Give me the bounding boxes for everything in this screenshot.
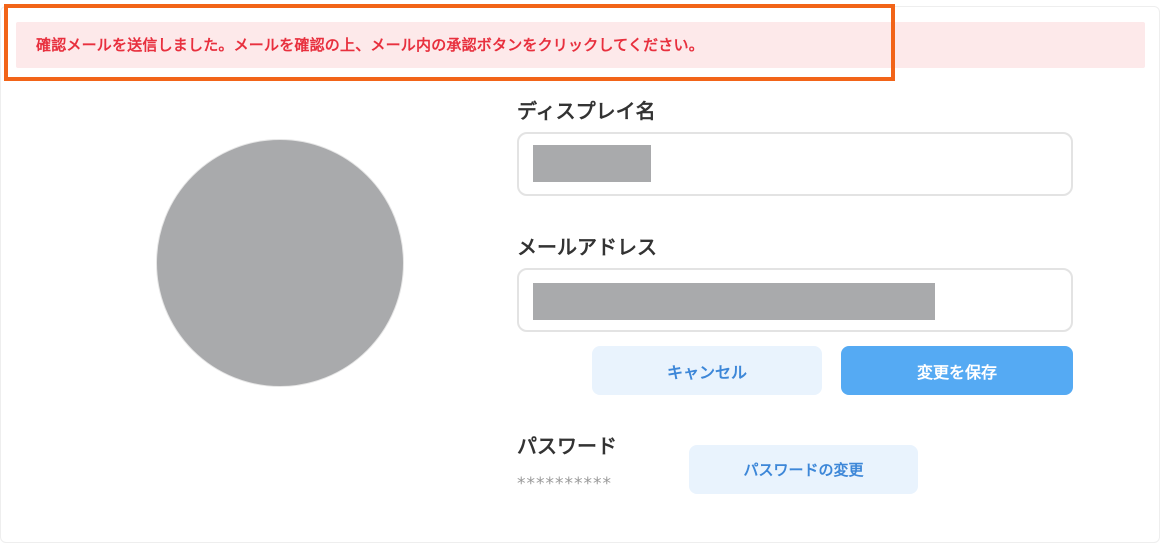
display-name-redaction [533,145,651,182]
password-masked-value: ********** [517,474,612,494]
display-name-label: ディスプレイ名 [517,99,656,123]
alert-message: 確認メールを送信しました。メールを確認の上、メール内の承認ボタンをクリックしてく… [36,36,704,54]
account-settings-page: 確認メールを送信しました。メールを確認の上、メール内の承認ボタンをクリックしてく… [0,0,1162,543]
email-label: メールアドレス [517,235,657,259]
change-password-button[interactable]: パスワードの変更 [689,445,918,494]
avatar[interactable] [156,139,404,387]
cancel-button[interactable]: キャンセル [592,346,822,395]
password-label: パスワード [517,434,617,458]
email-redaction [533,283,935,320]
save-button[interactable]: 変更を保存 [841,346,1073,395]
